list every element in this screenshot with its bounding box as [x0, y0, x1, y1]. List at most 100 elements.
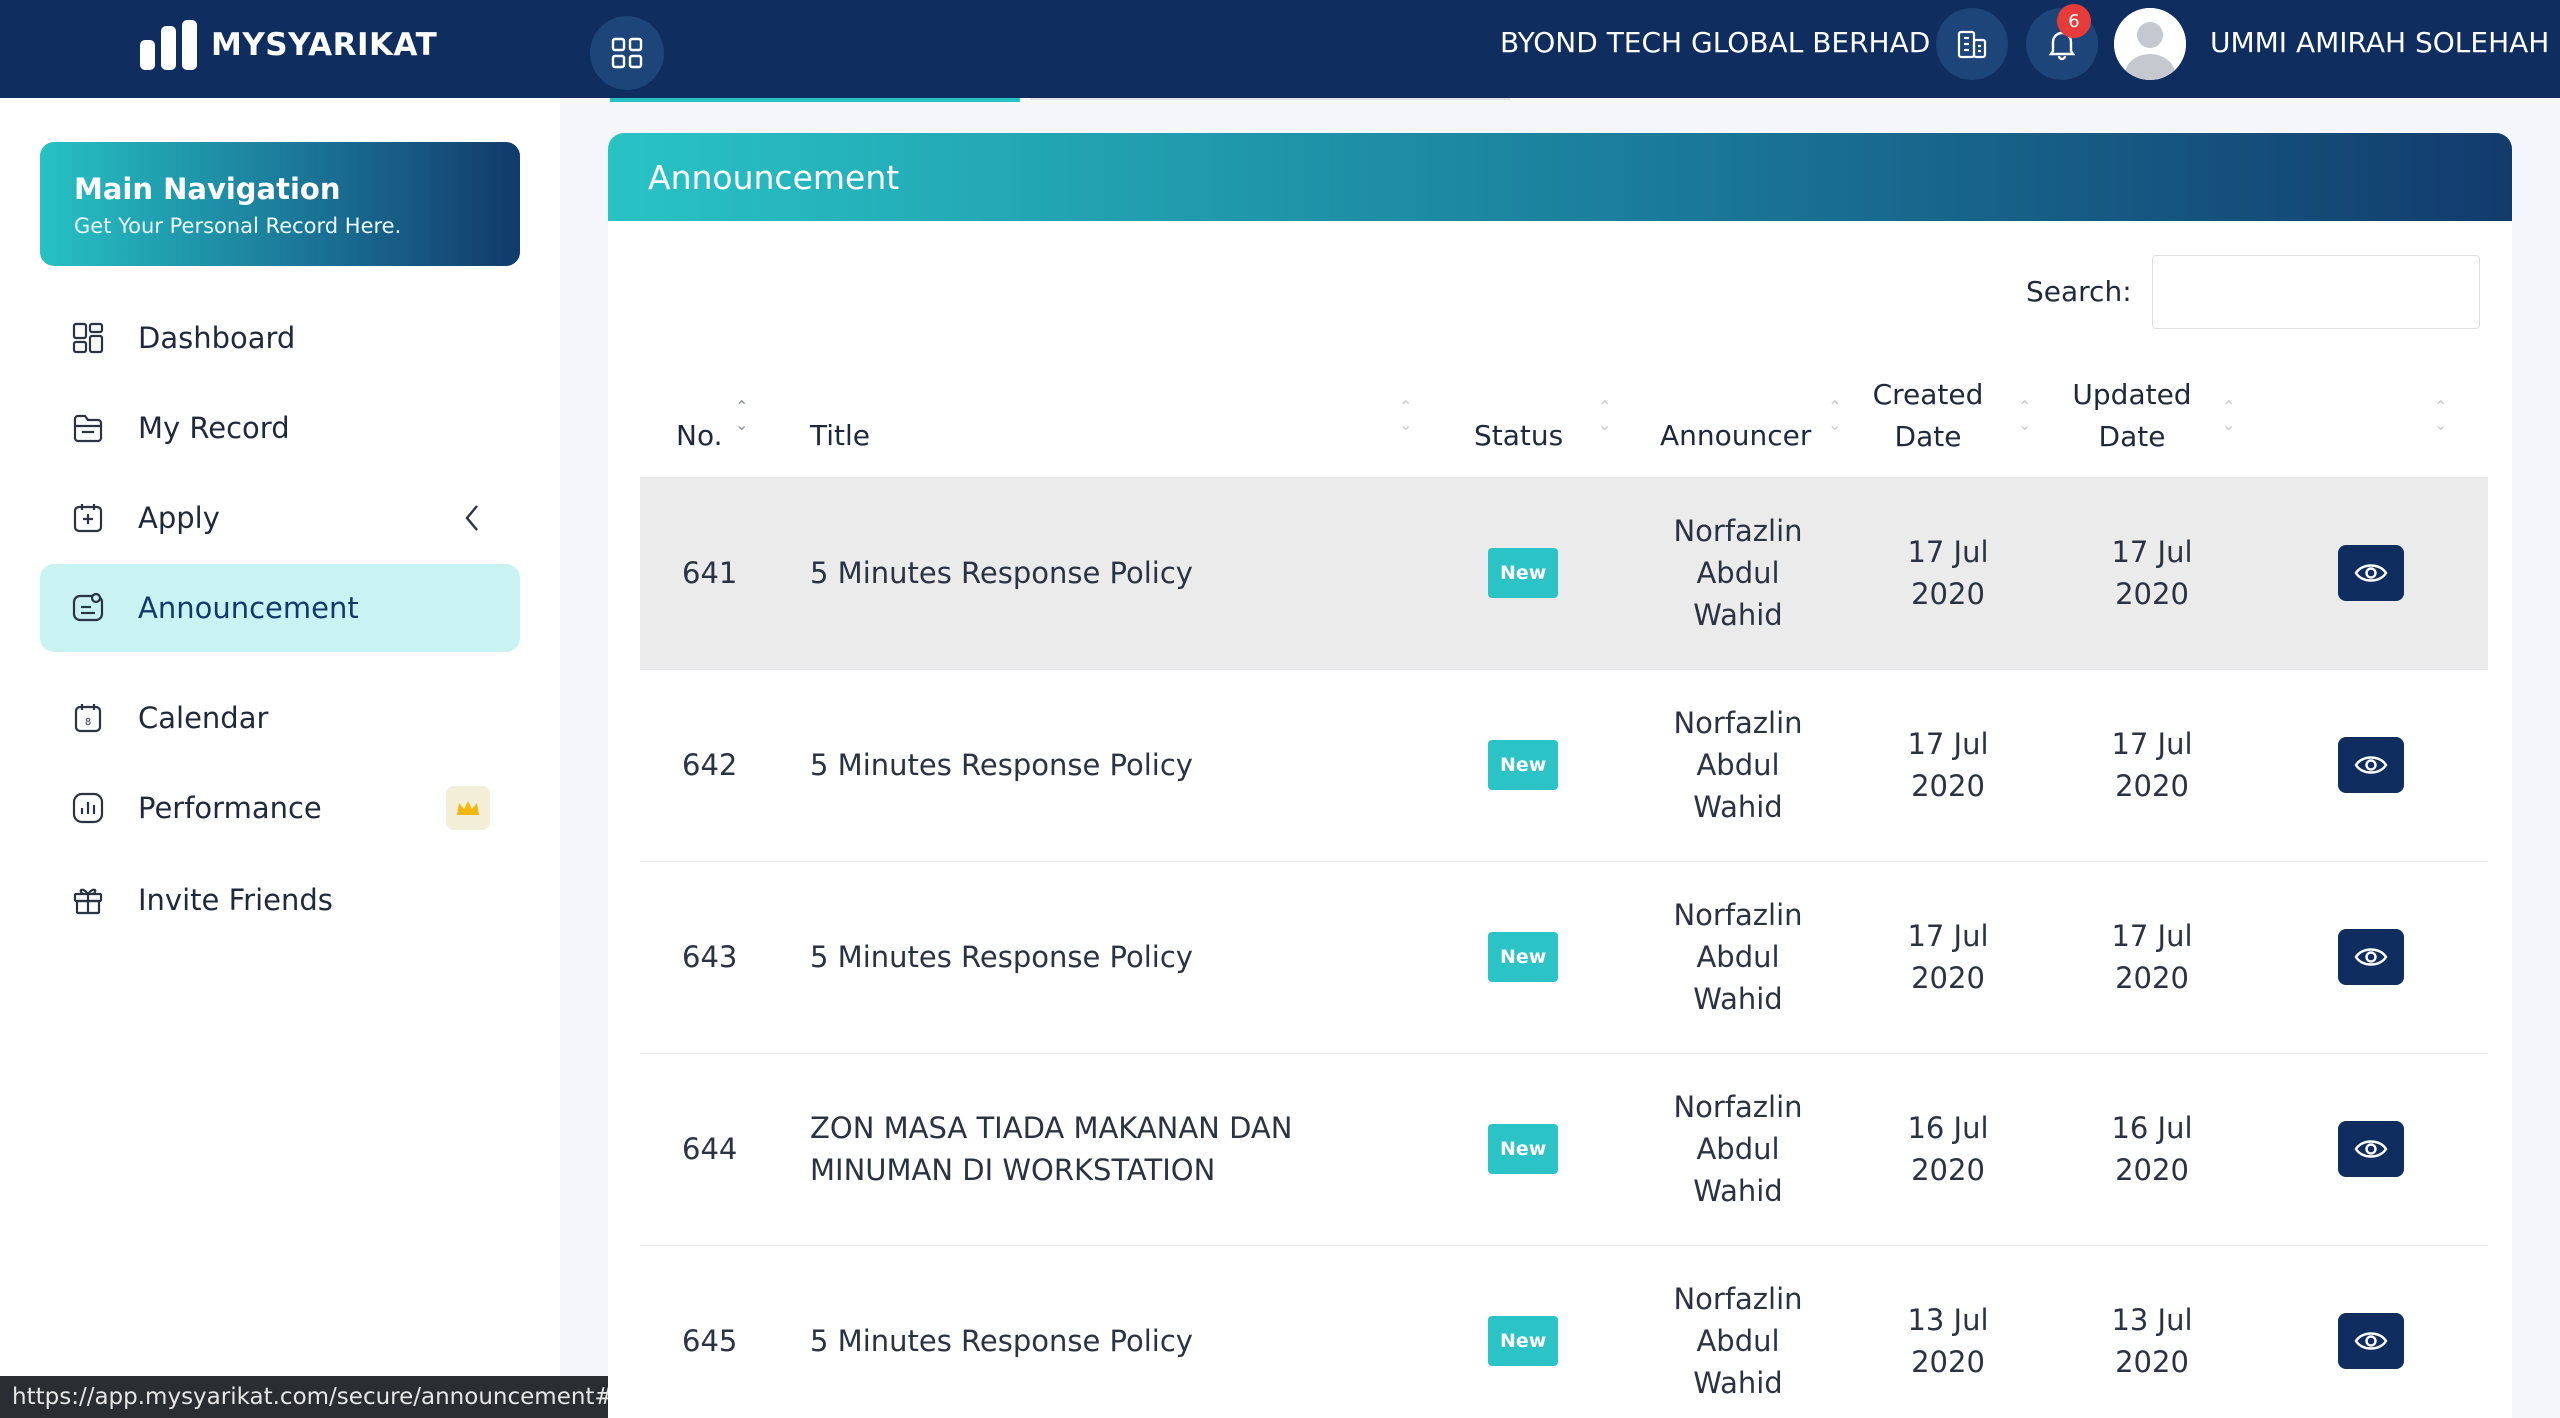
announcement-icon [68, 588, 108, 628]
created-date: 13 Jul 2020 [1907, 1303, 1989, 1380]
company-switch-button[interactable] [1936, 8, 2008, 80]
sort-icon: ⌃ ⌄ [1828, 396, 1842, 434]
cell-no: 644 [640, 1052, 774, 1245]
sort-icon: ⌃ ⌄ [2222, 396, 2236, 434]
updated-date: 13 Jul 2020 [2111, 1303, 2193, 1380]
nav-card-subtitle: Get Your Personal Record Here. [74, 214, 402, 238]
updated-date: 17 Jul 2020 [2111, 727, 2193, 803]
cell-actions [2254, 668, 2488, 861]
main-navigation-card: Main Navigation Get Your Personal Record… [40, 142, 520, 266]
cell-title: ZON MASA TIADA MAKANAN DAN MINUMAN DI WO… [774, 1052, 1450, 1245]
view-button[interactable] [2338, 545, 2404, 601]
panel-title: Announcement [648, 157, 900, 197]
avatar[interactable] [2114, 8, 2186, 80]
column-header-created-date[interactable]: Created Date ⌃ ⌄ [1846, 355, 2050, 477]
column-header-no[interactable]: No. ⌃ ⌄ [640, 355, 774, 477]
sidebar-item-label: Performance [138, 791, 322, 825]
sidebar-item-announcement[interactable]: Announcement [40, 564, 520, 652]
calendar-icon: 8 [68, 698, 108, 738]
column-label: Title [810, 418, 871, 452]
column-header-announcer[interactable]: Announcer ⌃ ⌄ [1630, 355, 1846, 477]
chevron-left-icon[interactable] [462, 502, 482, 534]
cell-no: 641 [640, 476, 774, 669]
brand-logo[interactable]: MYSYARIKAT [140, 20, 437, 70]
cell-updated-date: 17 Jul 2020 [2050, 668, 2254, 861]
table-row: 645 5 Minutes Response Policy New Norfazlin… [640, 1244, 2488, 1418]
status-badge: New [1488, 548, 1559, 598]
tab-divider [1030, 98, 1510, 100]
search-input[interactable] [2152, 255, 2480, 329]
status-badge: New [1488, 932, 1559, 982]
sidebar-item-label: Calendar [138, 701, 269, 735]
sidebar: Main Navigation Get Your Personal Record… [0, 98, 560, 1418]
sidebar-item-dashboard[interactable]: Dashboard [40, 294, 520, 382]
sidebar-item-apply[interactable]: Apply [40, 474, 520, 562]
table-row: 641 5 Minutes Response Policy New Norfazlin… [640, 476, 2488, 669]
sidebar-item-label: My Record [138, 411, 290, 445]
sort-icon: ⌃ ⌄ [2018, 396, 2032, 434]
status-badge: New [1488, 1124, 1559, 1174]
cell-updated-date: 17 Jul 2020 [2050, 476, 2254, 669]
eye-icon [2354, 948, 2388, 966]
cell-created-date: 13 Jul 2020 [1846, 1244, 2050, 1418]
chart-icon [68, 788, 108, 828]
sidebar-item-calendar[interactable]: 8 Calendar [40, 674, 520, 762]
folder-icon [68, 408, 108, 448]
cell-announcer: Norfazlin Abdul Wahid [1630, 668, 1846, 861]
view-button[interactable] [2338, 737, 2404, 793]
sidebar-item-my-record[interactable]: My Record [40, 384, 520, 472]
eye-icon [2354, 1140, 2388, 1158]
gift-icon [68, 880, 108, 920]
apply-icon [68, 498, 108, 538]
created-date: 16 Jul 2020 [1907, 1111, 1989, 1187]
column-label: No. [676, 418, 723, 452]
column-label: Announcer [1660, 418, 1812, 452]
svg-text:8: 8 [85, 717, 91, 728]
announcer-name: Norfazlin Abdul Wahid [1673, 1282, 1803, 1401]
cell-updated-date: 17 Jul 2020 [2050, 860, 2254, 1053]
cell-actions [2254, 860, 2488, 1053]
company-name[interactable]: BYOND TECH GLOBAL BERHAD [1500, 26, 1930, 59]
cell-title: 5 Minutes Response Policy [774, 476, 1450, 669]
nav-card-title: Main Navigation [74, 172, 341, 206]
cell-created-date: 17 Jul 2020 [1846, 860, 2050, 1053]
column-label: Updated Date [2072, 377, 2192, 453]
user-name[interactable]: UMMI AMIRAH SOLEHAH [2210, 26, 2549, 59]
announcer-name: Norfazlin Abdul Wahid [1673, 898, 1803, 1016]
updated-date: 17 Jul 2020 [2111, 535, 2193, 611]
column-header-title[interactable]: Title ⌃ ⌄ [774, 355, 1450, 477]
sort-icon: ⌃ ⌄ [2434, 396, 2448, 434]
table-row: 644 ZON MASA TIADA MAKANAN DAN MINUMAN DI… [640, 1052, 2488, 1245]
grid-icon [611, 37, 643, 69]
view-button[interactable] [2338, 1121, 2404, 1177]
sort-icon: ⌃ ⌄ [1598, 396, 1612, 434]
column-label: Status [1474, 418, 1564, 452]
apps-button[interactable] [590, 16, 664, 90]
table-row: 643 5 Minutes Response Policy New Norfazlin… [640, 860, 2488, 1053]
announcement-panel: Announcement Search: No. ⌃ ⌄ Title ⌃ ⌄ Sta… [608, 133, 2512, 1418]
cell-title: 5 Minutes Response Policy [774, 860, 1450, 1053]
active-tab-indicator [610, 98, 1020, 102]
cell-actions [2254, 476, 2488, 669]
sort-asc-icon: ⌃ ⌄ [735, 396, 749, 434]
column-header-updated-date[interactable]: Updated Date ⌃ ⌄ [2050, 355, 2254, 477]
column-header-actions[interactable]: ⌃ ⌄ [2254, 355, 2488, 477]
table-header-row: No. ⌃ ⌄ Title ⌃ ⌄ Status ⌃ ⌄ Announcer ⌃ ⌄ C… [640, 355, 2488, 477]
cell-created-date: 17 Jul 2020 [1846, 668, 2050, 861]
sidebar-item-invite-friends[interactable]: Invite Friends [40, 856, 520, 944]
column-header-status[interactable]: Status ⌃ ⌄ [1450, 355, 1630, 477]
sidebar-item-performance[interactable]: Performance [40, 764, 520, 852]
view-button[interactable] [2338, 929, 2404, 985]
cell-updated-date: 13 Jul 2020 [2050, 1244, 2254, 1418]
cell-status: New [1450, 476, 1630, 669]
cell-no: 645 [640, 1244, 774, 1418]
eye-icon [2354, 564, 2388, 582]
eye-icon [2354, 1332, 2388, 1350]
cell-status: New [1450, 1052, 1630, 1245]
view-button[interactable] [2338, 1313, 2404, 1370]
eye-icon [2354, 756, 2388, 774]
panel-header: Announcement [608, 133, 2512, 221]
cell-announcer: Norfazlin Abdul Wahid [1630, 860, 1846, 1053]
column-label: Created Date [1872, 377, 1984, 453]
cell-created-date: 17 Jul 2020 [1846, 476, 2050, 669]
